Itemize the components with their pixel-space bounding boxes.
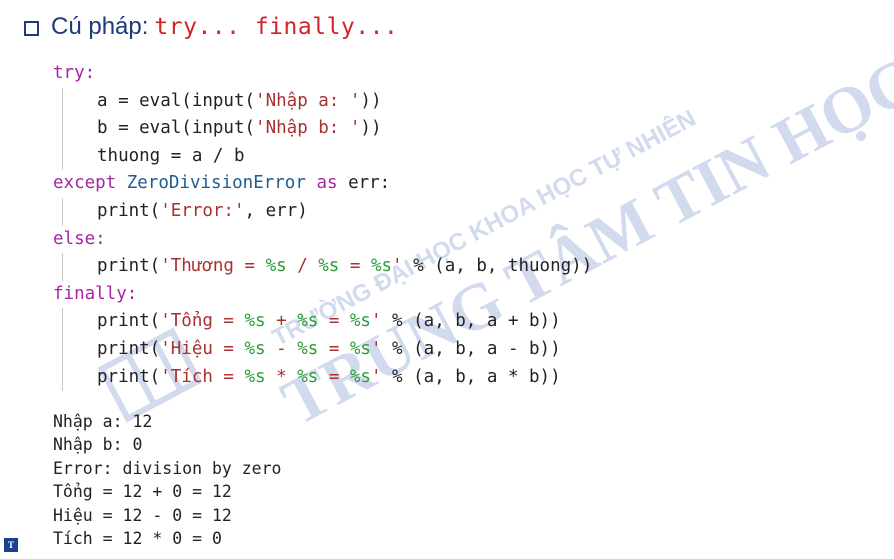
output-line: Hiệu = 12 - 0 = 12	[53, 505, 232, 525]
code-line: b = eval(input('Nhập b: '))	[53, 115, 592, 143]
code-line: finally:	[53, 283, 138, 304]
code-line: a = eval(input('Nhập a: '))	[53, 87, 592, 116]
output-line: Tổng = 12 + 0 = 12	[53, 482, 232, 502]
slide-heading: Cú pháp: try... finally...	[24, 10, 398, 44]
checkbox-bullet-icon	[24, 20, 39, 36]
output-line: Error: division by zero	[53, 458, 282, 478]
code-line: print('Hiệu = %s - %s = %s' % (a, b, a -…	[53, 335, 592, 364]
program-output: Nhập a: 12 Nhập b: 0 Error: division by …	[53, 410, 281, 550]
output-line: Nhập b: 0	[53, 435, 143, 455]
output-line: Tích = 12 * 0 = 0	[53, 528, 222, 548]
code-line: except ZeroDivisionError as err:	[53, 173, 391, 194]
heading-code: try... finally...	[154, 14, 399, 40]
logo-icon: T	[4, 538, 18, 552]
code-line: print('Tổng = %s + %s = %s' % (a, b, a +…	[53, 308, 592, 336]
heading-label: Cú pháp:	[51, 13, 149, 40]
output-line: Nhập a: 12	[53, 412, 153, 431]
slide: TRƯỜNG ĐẠI HỌC KHOA HỌC TỰ NHIÊN TRUNG T…	[0, 0, 894, 559]
code-line: thuong = a / b	[53, 142, 592, 171]
code-line: try:	[53, 63, 96, 83]
code-line: print('Error:', err)	[53, 197, 592, 226]
code-line: else:	[53, 228, 106, 249]
code-block: try: a = eval(input('Nhập a: ')) b = eva…	[53, 60, 592, 391]
code-line: print('Tích = %s * %s = %s' % (a, b, a *…	[53, 363, 592, 392]
code-line: print('Thương = %s / %s = %s' % (a, b, t…	[53, 253, 592, 281]
